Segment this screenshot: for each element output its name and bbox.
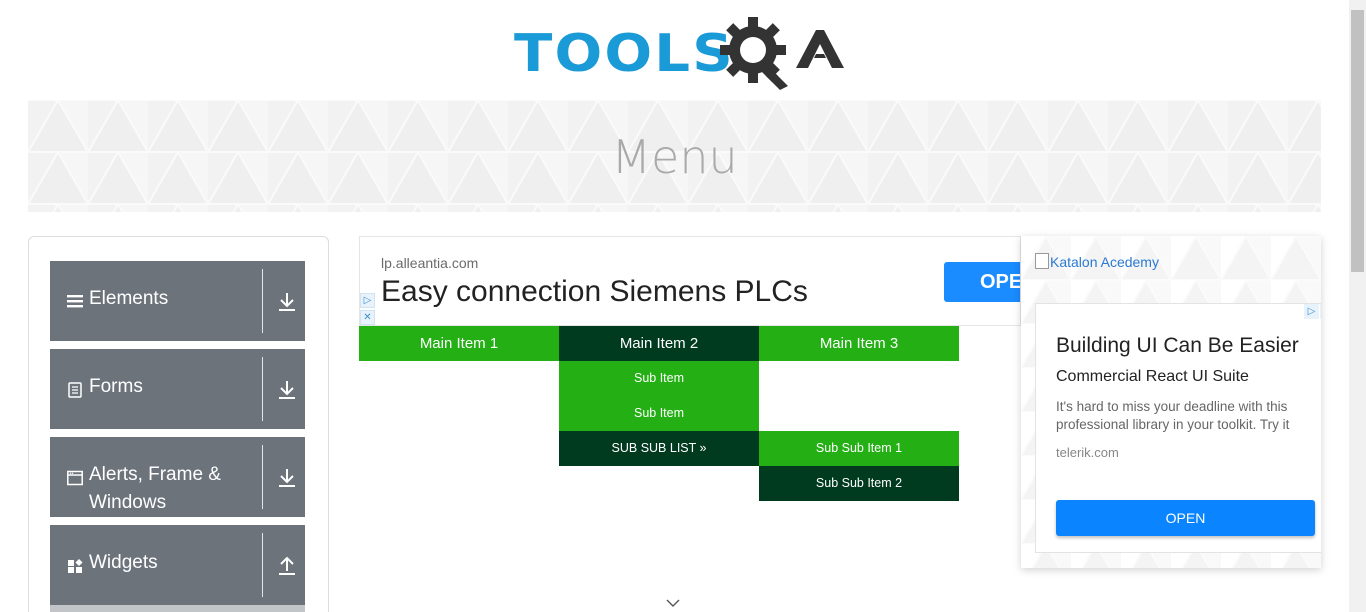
menu-main-item-1[interactable]: Main Item 1	[359, 326, 559, 361]
ad-open-button[interactable]: OPEN	[1056, 500, 1315, 536]
menu-sub-sub-list[interactable]: SUB SUB LIST »	[559, 431, 759, 466]
divider	[262, 533, 263, 597]
ad-open-button[interactable]: OPEN	[944, 262, 1020, 302]
side-advertisement[interactable]: Katalon Acedemy ▷ ✕ Building UI Can Be E…	[1021, 236, 1321, 568]
divider	[262, 269, 263, 333]
gear-magnifier-icon	[720, 17, 844, 90]
divider	[262, 445, 263, 509]
sidebar-group-widgets[interactable]: Widgets	[50, 525, 305, 605]
menu-main-item-3[interactable]: Main Item 3	[759, 326, 959, 361]
top-advertisement[interactable]: lp.alleantia.com Easy connection Siemens…	[359, 236, 1021, 326]
sidebar-group-alerts-frame-windows[interactable]: Alerts, Frame & Windows	[50, 437, 305, 517]
ad-body-text: It's hard to miss your deadline with thi…	[1056, 399, 1290, 432]
download-arrow-icon[interactable]	[278, 292, 296, 312]
chevron-down-icon[interactable]	[665, 598, 681, 608]
sidebar-group-label: Widgets	[89, 552, 158, 573]
sidebar-group-label: Alerts, Frame & Windows	[89, 464, 221, 513]
sidebar-group-label: Elements	[89, 288, 169, 309]
menu-sub-sub-item-1[interactable]: Sub Sub Item 1	[759, 431, 959, 466]
ad-headline[interactable]: Easy connection Siemens PLCs	[381, 275, 808, 309]
ad-close-icon[interactable]: ✕	[360, 310, 375, 325]
sidebar-group-label: Forms	[89, 376, 143, 397]
download-arrow-icon[interactable]	[278, 380, 296, 400]
menu-sub-sub-item-2[interactable]: Sub Sub Item 2	[759, 466, 959, 501]
ad-domain[interactable]: lp.alleantia.com	[381, 255, 478, 271]
ad-domain: telerik.com	[1056, 445, 1119, 460]
hamburger-icon	[67, 295, 83, 308]
divider	[262, 357, 263, 421]
page-title: Menu	[611, 130, 738, 184]
toolsqa-logo[interactable]: TOOLS	[514, 16, 844, 90]
broken-image-alt-text[interactable]: Katalon Acedemy	[1050, 254, 1159, 270]
menu-sub-item-1[interactable]: Sub Item	[559, 361, 759, 396]
sidebar-group-elements[interactable]: Elements	[50, 261, 305, 341]
sidebar-submenu-edge	[50, 605, 305, 612]
upload-arrow-icon[interactable]	[278, 556, 296, 576]
window-icon	[67, 470, 83, 486]
inner-ad-card[interactable]: ▷ ✕ Building UI Can Be Easier Commercial…	[1035, 303, 1321, 553]
ad-subtitle[interactable]: Commercial React UI Suite	[1056, 368, 1249, 386]
widgets-icon	[68, 559, 83, 573]
page-scrollbar[interactable]	[1349, 0, 1366, 612]
menu-sub-item-2[interactable]: Sub Item	[559, 396, 759, 431]
left-sidebar: Elements Forms Alerts, Frame & Windows W…	[28, 236, 329, 612]
download-arrow-icon[interactable]	[278, 468, 296, 488]
ad-title[interactable]: Building UI Can Be Easier	[1056, 334, 1299, 358]
broken-image-link[interactable]: Katalon Acedemy	[1035, 253, 1159, 270]
sidebar-group-forms[interactable]: Forms	[50, 349, 305, 429]
page: TOOLS Menu Elements Forms Alerts, Frame …	[0, 0, 1366, 612]
scrollbar-thumb[interactable]	[1351, 10, 1364, 272]
page-banner: Menu	[28, 100, 1321, 212]
ad-close-icon[interactable]: ✕	[1320, 304, 1321, 319]
document-icon	[68, 382, 82, 398]
adchoices-icon[interactable]: ▷	[360, 293, 375, 308]
logo-text: TOOLS	[514, 24, 735, 84]
adchoices-icon[interactable]: ▷	[1304, 304, 1319, 319]
broken-image-icon	[1035, 253, 1049, 269]
menu-main-item-2[interactable]: Main Item 2	[559, 326, 759, 361]
